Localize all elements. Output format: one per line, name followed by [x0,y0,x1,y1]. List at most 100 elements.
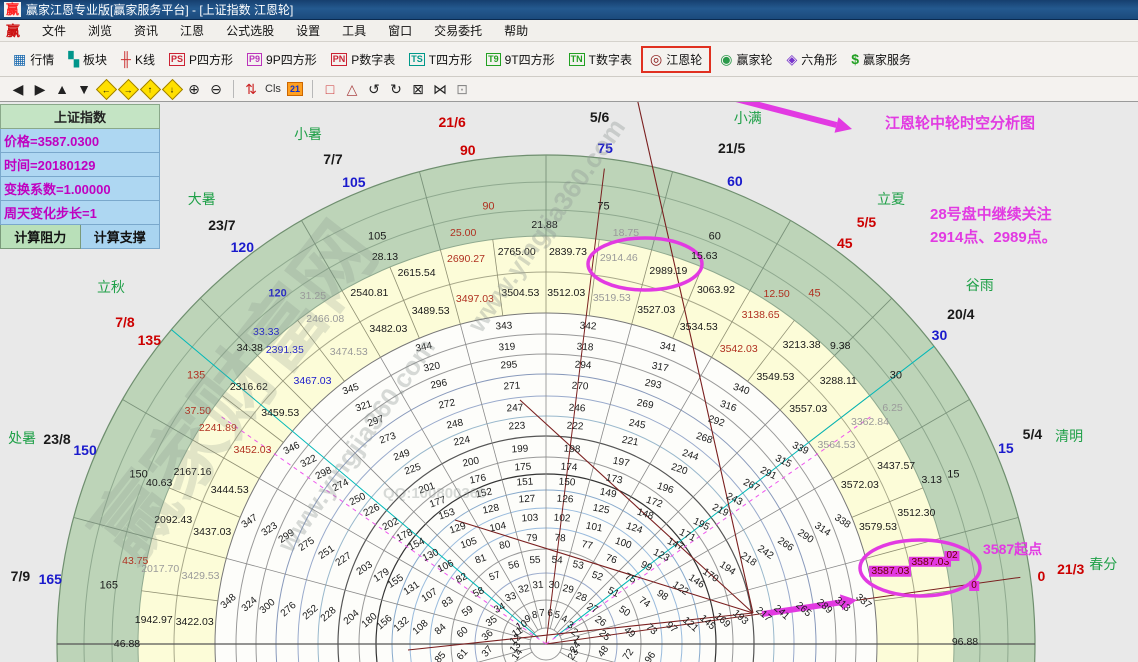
tool-nav-down[interactable]: ▼ [74,79,94,99]
wheel-label: 3587.03 [869,566,911,577]
wheel-label: 3512.30 [897,507,935,518]
menu-item-4[interactable]: 公式选股 [226,22,274,39]
quotes-label: 行情 [30,51,54,68]
wheel-label: 21/6 [439,115,466,129]
tool-calendar[interactable]: 21 [285,79,305,99]
wheel-label: 20/4 [947,307,974,321]
tool-clear-box[interactable]: ⊠ [408,79,428,99]
wheel-label: 2092.43 [154,514,192,525]
wheel-label: 2540.81 [350,288,388,299]
toolbar-button-9t-square[interactable]: T99T四方形 [481,48,560,71]
menu-item-8[interactable]: 交易委托 [434,22,482,39]
tool-diamond-left[interactable]: ← [96,79,116,99]
tool-rotate-cw[interactable]: ↻ [386,79,406,99]
wheel-label: 23/7 [208,218,235,232]
tool-rect-tool[interactable]: □ [320,79,340,99]
wheel-label: 3557.03 [789,404,827,415]
calc-support-button[interactable]: 计算支撑 [81,225,161,249]
gann-wheel-chart: 处暑立秋大暑小暑小满立夏谷雨清明春分7/923/87/823/77/721/65… [0,102,1138,662]
tool-diamond-down[interactable]: ↓ [162,79,182,99]
wheel-label: 21.88 [531,220,557,231]
toolbar-button-p-table[interactable]: PNP数字表 [326,48,401,71]
wheel-label: 135 [187,370,205,381]
wheel-label: 7 [539,609,545,619]
toolbar-button-t-table[interactable]: TNT数字表 [564,48,637,71]
toolbar-button-9p-square[interactable]: P9 9P四方形 [242,48,322,71]
tool-diamond-right[interactable]: → [118,79,138,99]
wheel-label: 2316.62 [230,382,268,393]
tool-cls-button[interactable]: Cls [263,79,283,99]
p-table-icon: PN [331,53,348,66]
wheel-label: 3452.03 [233,444,271,455]
tool-crosshair[interactable]: ⋈ [430,79,450,99]
wheel-label: 318 [576,342,593,353]
wheel-label: 60 [727,174,743,188]
toolbar-button-p-square[interactable]: PSP四方形 [164,48,238,71]
wheel-label: 33.33 [253,327,279,338]
wheel-label: 3572.03 [841,479,879,490]
wheel-label: 2839.73 [549,246,587,257]
toolbar-button-kline[interactable]: ╫K线 [116,48,160,71]
wheel-label: 春分 [1089,557,1117,571]
wheel-label: 2167.16 [174,467,212,478]
wheel-label: 3437.03 [193,527,231,538]
tool-zoom-out[interactable]: ⊖ [206,79,226,99]
t-square-icon: TS [409,53,425,66]
menu-item-6[interactable]: 工具 [342,22,366,39]
wheel-label: 7/7 [323,152,342,166]
menu-item-3[interactable]: 江恩 [180,22,204,39]
menu-item-2[interactable]: 资讯 [134,22,158,39]
9t-square-icon: T9 [486,53,501,66]
menu-item-1[interactable]: 浏览 [88,22,112,39]
wheel-label: 199 [512,444,529,455]
tool-nav-left[interactable]: ◀ [8,79,28,99]
menu-item-5[interactable]: 设置 [296,22,320,39]
toolbar-button-hexagon[interactable]: ◈六角形 [781,48,842,71]
wheel-label: 55 [529,555,541,566]
calc-resistance-button[interactable]: 计算阻力 [0,225,81,249]
wheel-label: 120 [268,289,286,300]
tool-triangle-tool[interactable]: △ [342,79,362,99]
toolbar-button-sectors[interactable]: ▚板块 [63,48,112,71]
toolbar-button-winner-service[interactable]: $赢家服务 [846,48,916,71]
wheel-label: 319 [498,342,515,353]
wheel-label: 2914.46 [600,253,638,264]
sectors-label: 板块 [83,51,107,68]
menu-item-0[interactable]: 文件 [42,22,66,39]
wheel-label: 立秋 [97,280,125,294]
wheel-label: 165 [39,572,62,586]
wheel-label: 79 [526,534,538,545]
wheel-label: 120 [231,240,254,254]
tool-screen[interactable]: ⊡ [452,79,472,99]
menu-item-9[interactable]: 帮助 [504,22,528,39]
wheel-label: 103 [521,514,538,525]
hexagon-icon: ◈ [786,51,797,68]
wheel-label: 127 [518,495,535,506]
toolbar-button-quotes[interactable]: ▦行情 [8,48,59,71]
kline-label: K线 [135,51,155,68]
p-table-label: P数字表 [351,51,395,68]
t-square-label: T四方形 [429,51,472,68]
wheel-label: 小满 [734,111,762,125]
toolbar-button-gann-wheel[interactable]: ◎江恩轮 [641,46,711,73]
menu-item-7[interactable]: 窗口 [388,22,412,39]
9p-square-label: 9P四方形 [266,51,317,68]
main-toolbar: ▦行情▚板块╫K线PSP四方形 P9 9P四方形 PNP数字表 TS T四方形 T99T四方… [0,42,1138,77]
app-window: 赢 赢家江恩专业版[赢家服务平台] - [上证指数 江恩轮] 赢 文件浏览资讯江… [0,0,1138,662]
tool-diamond-up[interactable]: ↑ [140,79,160,99]
wheel-label: 126 [556,495,573,506]
9p-square-icon: P9 [247,53,262,66]
tool-nav-right[interactable]: ▶ [30,79,50,99]
wheel-label: 30 [932,328,948,342]
wheel-label: 12.50 [764,289,790,300]
wheel-label: 150 [558,478,575,489]
wheel-label: 23/8 [43,432,70,446]
toolbar-button-t-square[interactable]: TS T四方形 [404,48,477,71]
wheel-label: 3549.53 [756,372,794,383]
toolbar-button-winner-wheel[interactable]: ◉赢家轮 [715,48,777,71]
tool-nav-up[interactable]: ▲ [52,79,72,99]
wheel-label: 02 [944,551,959,561]
tool-updown-arrows[interactable]: ⇅ [241,79,261,99]
tool-rotate-ccw[interactable]: ↺ [364,79,384,99]
tool-zoom-in[interactable]: ⊕ [184,79,204,99]
